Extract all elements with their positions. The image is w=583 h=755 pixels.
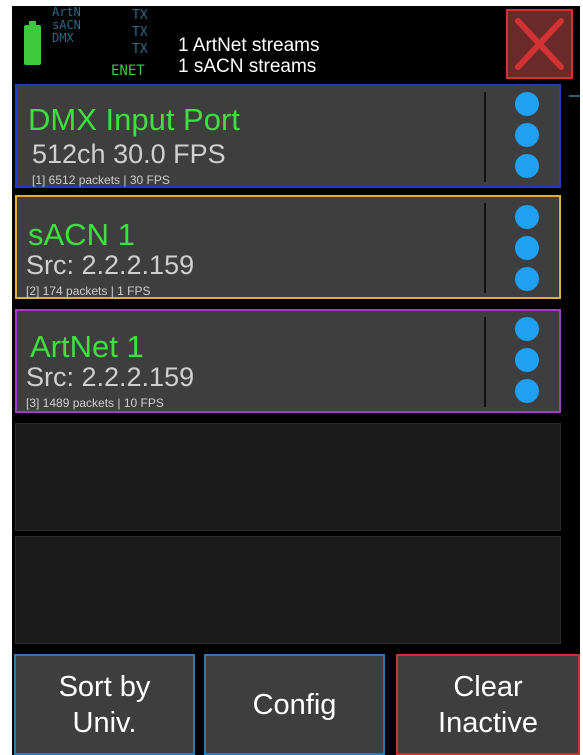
stream-title: sACN 1 (28, 217, 135, 252)
sacn-protocol-label: sACN (52, 18, 81, 32)
status-dot-2 (515, 123, 539, 147)
stream-count-summary: 1 ArtNet streams 1 sACN streams (178, 35, 320, 77)
artnet-tx-label: TX (132, 8, 148, 23)
artnet-protocol-label: ArtN (52, 5, 81, 19)
close-button[interactable] (506, 9, 573, 79)
sacn-tx-label: TX (132, 25, 148, 40)
artnet-stream-count: 1 ArtNet streams (178, 35, 320, 56)
empty-stream-slot (15, 423, 561, 531)
stream-card-dmx-input[interactable]: DMX Input Port 512ch 30.0 FPS [1] 6512 p… (15, 84, 561, 188)
stream-card-sacn-1[interactable]: sACN 1 Src: 2.2.2.159 [2] 174 packets | … (15, 195, 561, 299)
card-divider (484, 92, 486, 182)
stream-info: [3] 1489 packets | 10 FPS (26, 396, 164, 410)
status-dot-1 (515, 317, 539, 341)
clear-inactive-button[interactable]: Clear Inactive (396, 654, 580, 755)
stream-card-artnet-1[interactable]: ArtNet 1 Src: 2.2.2.159 [3] 1489 packets… (15, 309, 561, 413)
stream-subtitle: Src: 2.2.2.159 (26, 362, 195, 392)
status-dot-2 (515, 348, 539, 372)
config-button-label: Config (252, 688, 337, 721)
dmx-protocol-label: DMX (52, 31, 74, 45)
stream-subtitle: Src: 2.2.2.159 (26, 250, 195, 280)
stream-subtitle: 512ch 30.0 FPS (32, 139, 226, 169)
stream-title: ArtNet 1 (30, 329, 144, 364)
config-button[interactable]: Config (204, 654, 385, 755)
stream-info: [2] 174 packets | 1 FPS (26, 284, 151, 298)
card-divider (484, 317, 486, 407)
clear-button-line1: Clear (453, 670, 523, 703)
sacn-stream-count: 1 sACN streams (178, 56, 317, 77)
dmx-tx-label: TX (132, 42, 148, 57)
close-icon (515, 18, 564, 70)
status-dot-3 (515, 379, 539, 403)
status-dot-3 (515, 267, 539, 291)
status-dot-1 (515, 205, 539, 229)
status-dot-3 (515, 154, 539, 178)
clear-button-line2: Inactive (438, 706, 538, 739)
enet-label: ENET (111, 63, 145, 79)
status-dot-2 (515, 236, 539, 260)
status-dot-1 (515, 92, 539, 116)
battery-icon (24, 21, 41, 65)
sort-button-line1: Sort by (58, 670, 151, 703)
stream-info: [1] 6512 packets | 30 FPS (32, 173, 170, 187)
screen: ArtN sACN DMX TX TX TX ENET 1 ArtNet str… (12, 6, 580, 755)
scrollbar[interactable] (569, 95, 580, 97)
sort-by-universe-button[interactable]: Sort by Univ. (14, 654, 195, 755)
sort-button-line2: Univ. (72, 706, 137, 739)
stream-title: DMX Input Port (28, 102, 240, 137)
card-divider (484, 203, 486, 293)
empty-stream-slot (15, 536, 561, 644)
